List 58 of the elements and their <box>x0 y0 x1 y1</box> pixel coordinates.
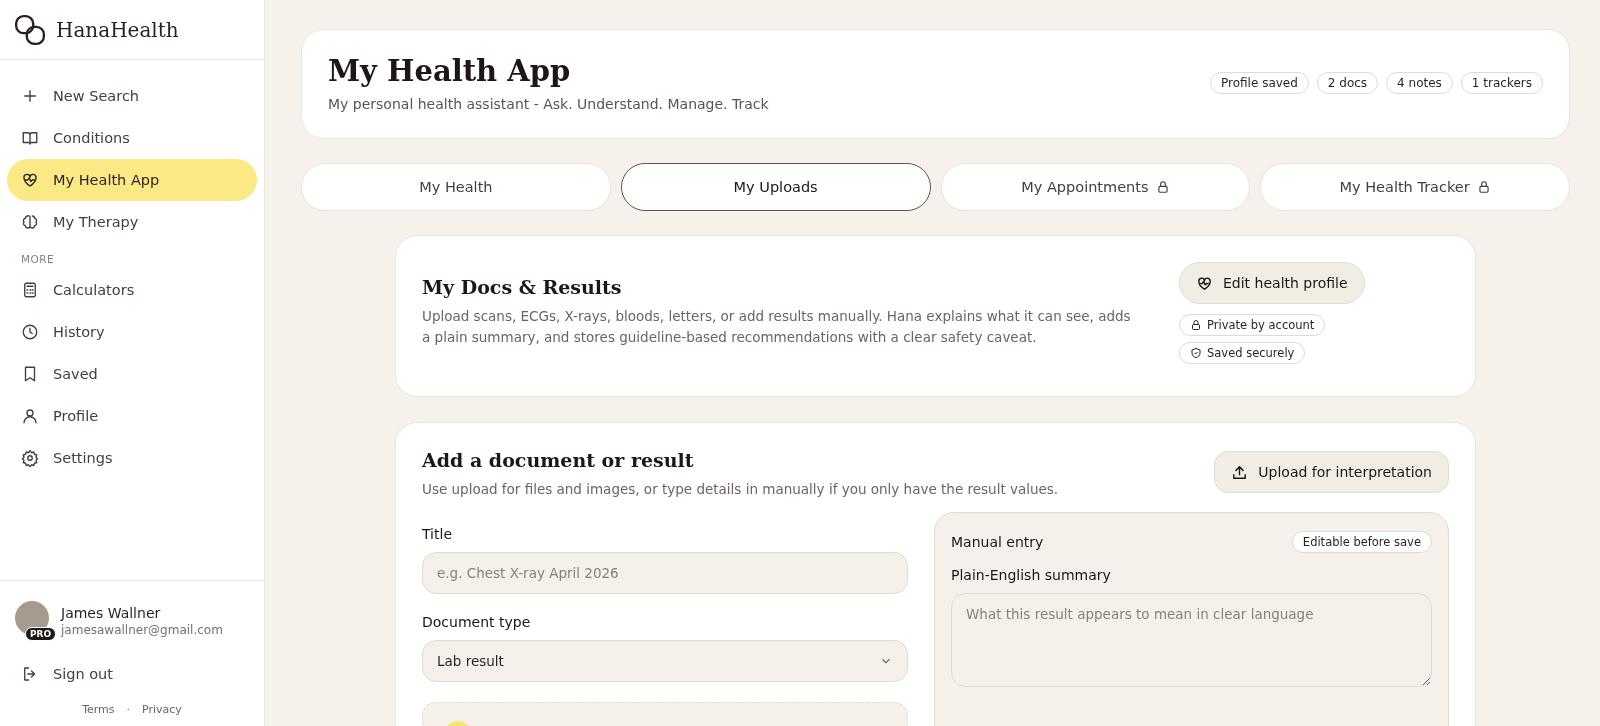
sign-out-link[interactable]: Sign out <box>7 653 257 695</box>
tab[interactable]: My Uploads <box>620 163 931 211</box>
person-icon <box>21 407 39 425</box>
heart-pulse-icon <box>21 171 39 189</box>
tab[interactable]: My Health <box>301 163 611 211</box>
nav-item[interactable]: Profile <box>7 395 257 437</box>
heart-pulse-icon <box>1196 274 1213 292</box>
shield-icon <box>1190 347 1202 359</box>
user-name: James Wallner <box>61 605 162 621</box>
document-type-select[interactable]: Lab result <box>422 640 908 682</box>
calculator-icon <box>21 281 39 299</box>
status-chip: 2 docs <box>1316 72 1379 94</box>
upload-icon <box>1231 463 1249 481</box>
info-chip: Private by account <box>1179 314 1326 336</box>
field-label: Title <box>422 526 453 542</box>
settings-icon <box>21 449 39 467</box>
privacy-link[interactable]: Privacy <box>142 703 182 716</box>
upload-button[interactable]: Upload for interpretation <box>1214 451 1449 493</box>
logo-icon <box>14 13 46 46</box>
summary-textarea[interactable]: What this result appears to mean in clear language <box>951 593 1432 687</box>
title-input[interactable]: e.g. Chest X-ray April 2026 <box>422 552 908 594</box>
status-chip: 4 notes <box>1386 72 1453 94</box>
edit-profile-button[interactable]: Edit health profile <box>1179 262 1365 304</box>
nav-item[interactable]: Settings <box>7 437 257 479</box>
info-chip: Editable before save <box>1291 531 1432 553</box>
nav-item[interactable]: Conditions <box>7 117 257 159</box>
nav-item[interactable]: Calculators <box>7 269 257 311</box>
separator-dot: · <box>126 703 131 716</box>
nav-item[interactable]: My Therapy <box>7 201 257 243</box>
panel-title: Manual entry <box>951 534 1044 550</box>
status-chip: Profile saved <box>1210 72 1309 94</box>
section-title: Add a document or result <box>422 449 695 471</box>
nav-item[interactable]: History <box>7 311 257 353</box>
tab[interactable]: My Health Tracker <box>1260 163 1570 211</box>
page-title: My Health App <box>328 54 572 88</box>
nav-item[interactable]: Saved <box>7 353 257 395</box>
plan-badge: PRO <box>25 627 57 641</box>
clock-icon <box>21 323 39 341</box>
tab[interactable]: My Appointments <box>940 163 1251 211</box>
plus-icon <box>21 87 39 105</box>
status-chip: 1 trackers <box>1460 72 1543 94</box>
field-label: Plain-English summary <box>951 567 1112 583</box>
avatar-placeholder <box>15 601 49 635</box>
section-description: Upload scans, ECGs, X-rays, bloods, letters, or add results manually. Hana explains what it can see, adds a plain summary, and stores guideline-based recommendations with a clear safety caveat. <box>422 307 1132 347</box>
field-label: Document type <box>422 614 532 630</box>
brand-name: HanaHealth <box>56 17 179 42</box>
section-label: MORE <box>20 252 56 267</box>
nav-item[interactable]: My Health App <box>7 159 257 201</box>
brain-icon <box>21 213 39 231</box>
info-chip: Saved securely <box>1179 342 1306 364</box>
user-email: jamesawallner@gmail.com <box>61 623 223 637</box>
book-icon <box>21 129 39 147</box>
section-title: My Docs & Results <box>422 276 623 298</box>
terms-link[interactable]: Terms <box>82 703 115 716</box>
nav-item[interactable]: New Search <box>7 75 257 117</box>
section-description: Use upload for files and images, or type details in manually if you only have the result values. <box>422 480 1059 499</box>
lock-icon <box>1190 319 1202 331</box>
page-subtitle: My personal health assistant - Ask. Understand. Manage. Track <box>328 96 769 112</box>
